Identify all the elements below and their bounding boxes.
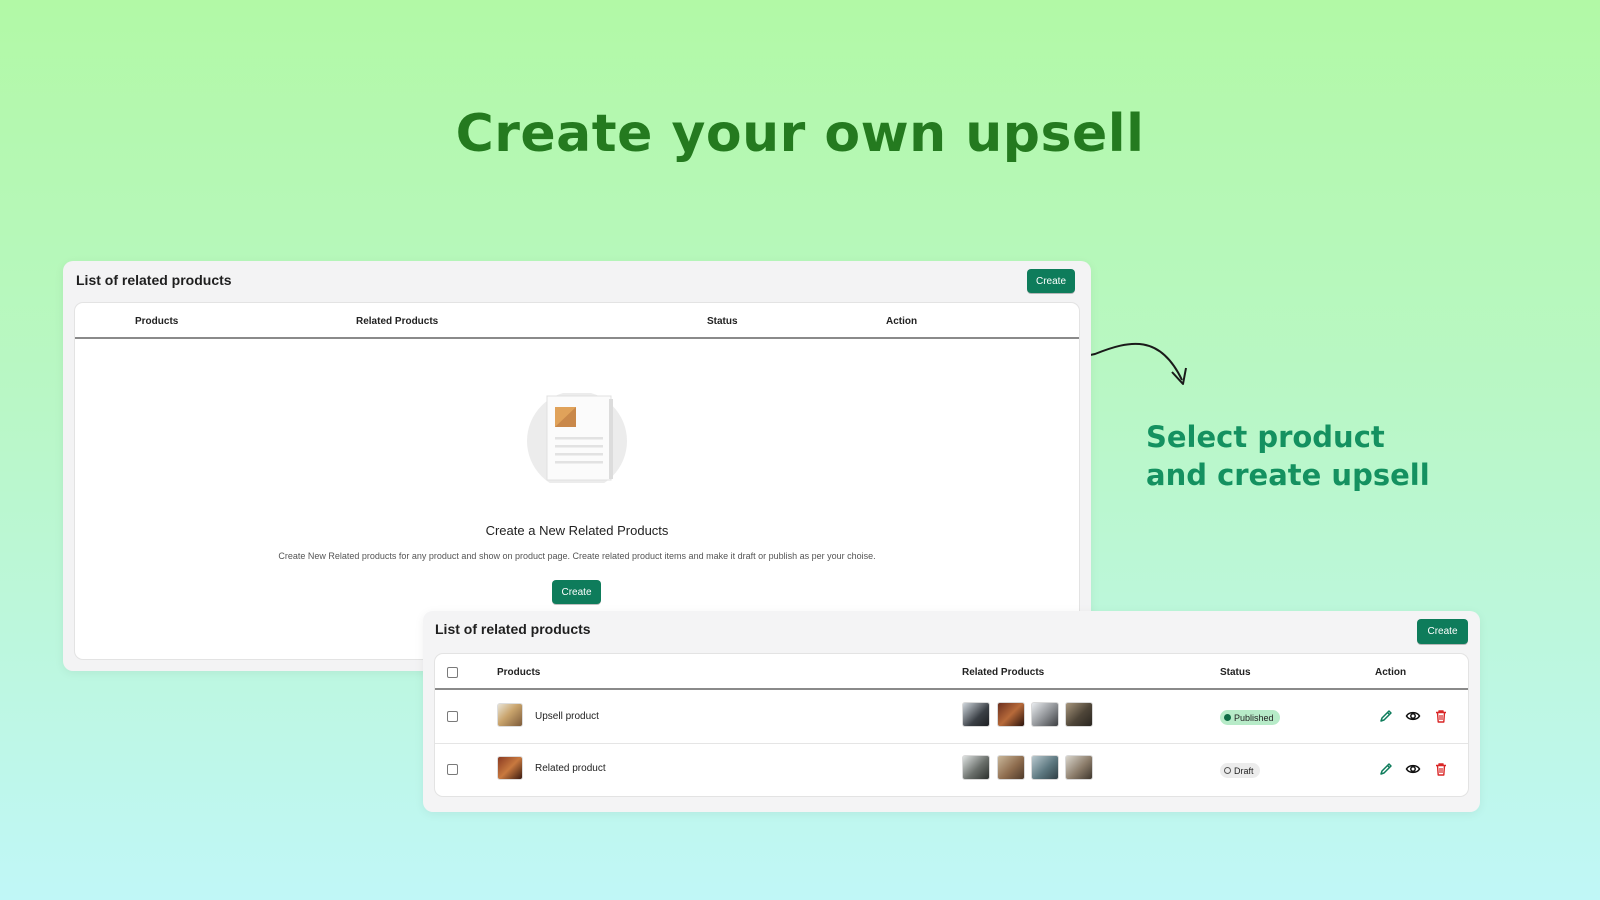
column-header-related-products[interactable]: Related Products: [962, 667, 1044, 678]
column-header-action[interactable]: Action: [1375, 667, 1406, 678]
related-product-thumbnail: [1031, 755, 1059, 780]
view-icon[interactable]: [1405, 708, 1421, 724]
create-button[interactable]: Create: [1027, 269, 1075, 293]
empty-state-heading: Create a New Related Products: [485, 523, 669, 538]
status-dot-icon: [1224, 714, 1231, 721]
status-badge: Published: [1220, 710, 1280, 725]
related-product-thumbnail: [962, 702, 990, 727]
row-checkbox[interactable]: [447, 764, 458, 775]
table-card: Products Related Products Status Action …: [435, 654, 1468, 796]
column-header-related-products[interactable]: Related Products: [356, 316, 438, 327]
panel-title: List of related products: [76, 272, 232, 288]
callout-line-1: Select product: [1146, 420, 1385, 454]
column-header-status[interactable]: Status: [1220, 667, 1251, 678]
table-card: Products Related Products Status Action …: [75, 303, 1079, 659]
table-row[interactable]: Upsell product Published: [435, 690, 1468, 743]
header-divider: [75, 337, 1079, 339]
related-product-thumbnail: [962, 755, 990, 780]
edit-icon[interactable]: [1378, 761, 1394, 777]
related-product-thumbnail: [1065, 755, 1093, 780]
table-row[interactable]: Related product Draft: [435, 744, 1468, 797]
document-icon: [527, 393, 627, 483]
row-checkbox[interactable]: [447, 711, 458, 722]
product-thumbnail: [497, 756, 523, 780]
column-header-products[interactable]: Products: [135, 316, 178, 327]
callout-text: Select product and create upsell: [1146, 418, 1430, 494]
product-thumbnail: [497, 703, 523, 727]
column-header-action[interactable]: Action: [886, 316, 917, 327]
status-badge: Draft: [1220, 763, 1260, 778]
headline: Create your own upsell: [455, 104, 1145, 164]
related-products-empty-panel: List of related products Create Products…: [63, 261, 1091, 671]
empty-state-description: Create New Related products for any prod…: [278, 551, 876, 561]
create-button[interactable]: Create: [1417, 619, 1468, 644]
view-icon[interactable]: [1405, 761, 1421, 777]
select-all-checkbox[interactable]: [447, 667, 458, 678]
product-name[interactable]: Upsell product: [535, 711, 599, 722]
related-product-thumbnail: [997, 702, 1025, 727]
column-header-products[interactable]: Products: [497, 667, 540, 678]
status-label: Published: [1234, 712, 1274, 723]
edit-icon[interactable]: [1378, 708, 1394, 724]
related-product-thumbnail: [1031, 702, 1059, 727]
related-products-list-panel: List of related products Create Products…: [423, 611, 1480, 812]
delete-icon[interactable]: [1433, 708, 1449, 724]
related-product-thumbnail: [1065, 702, 1093, 727]
status-dot-icon: [1224, 767, 1231, 774]
delete-icon[interactable]: [1433, 761, 1449, 777]
callout-line-2: and create upsell: [1146, 458, 1430, 492]
status-label: Draft: [1234, 765, 1254, 776]
product-name[interactable]: Related product: [535, 763, 606, 774]
related-product-thumbnail: [997, 755, 1025, 780]
empty-state-create-button[interactable]: Create: [552, 580, 601, 604]
panel-title: List of related products: [435, 621, 591, 637]
column-header-status[interactable]: Status: [707, 316, 738, 327]
